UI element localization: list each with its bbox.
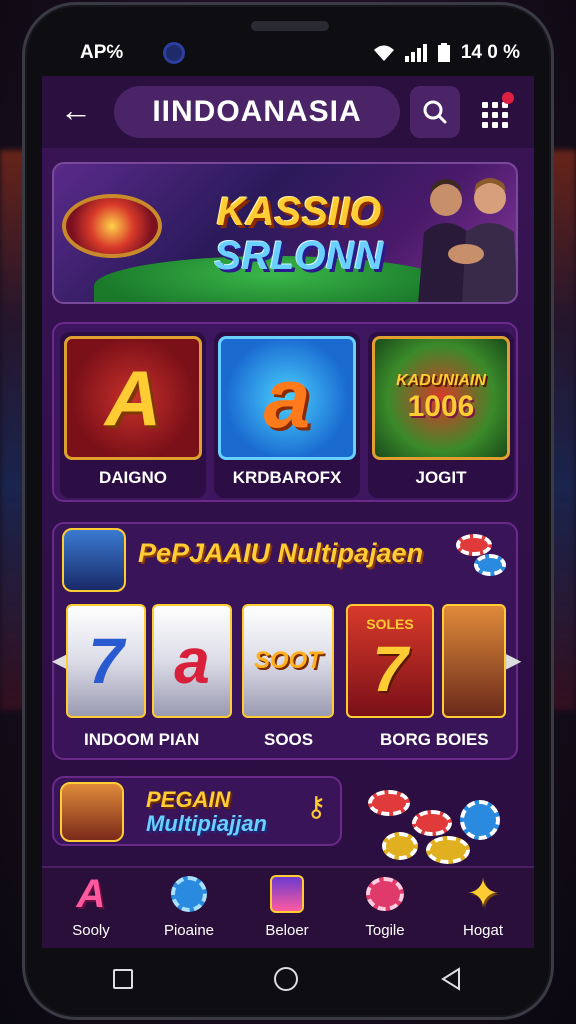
- chevron-right-icon[interactable]: ▶: [506, 648, 521, 673]
- phone-speaker: [251, 21, 329, 31]
- nav-label: Sooly: [72, 922, 110, 939]
- reel-symbol: 7: [88, 625, 124, 697]
- category-tile-jackpot[interactable]: a KRDBAROFX: [214, 332, 360, 498]
- bottom-nav: A Sooly Pioaine Beloer Togile ✦ Hogat: [42, 866, 534, 948]
- slot-header: PePJAAIU Nultipajaen: [138, 538, 424, 568]
- back-triangle-icon[interactable]: [439, 967, 463, 991]
- promo-title: PEGAIN Multipiajjan: [146, 788, 267, 836]
- casino-chip-icon: [460, 800, 500, 840]
- nav-item-sooly[interactable]: A Sooly: [46, 871, 136, 946]
- battery-percent: 14 0 %: [460, 42, 520, 63]
- nav-item-beloer[interactable]: Beloer: [242, 874, 332, 946]
- category-label: DAIGNO: [99, 468, 167, 487]
- notification-badge: [502, 92, 514, 104]
- casino-chip-icon: [412, 810, 452, 836]
- promo-title-line2: Multipiajjan: [146, 811, 267, 836]
- slot-reel-character[interactable]: [442, 604, 506, 718]
- nav-label: Pioaine: [163, 922, 215, 939]
- slot-reel[interactable]: a: [152, 604, 232, 718]
- category-tile-casino[interactable]: A DAIGNO: [60, 332, 206, 498]
- slot-reel[interactable]: SOOT: [242, 604, 334, 718]
- chip-icon: [167, 874, 211, 914]
- category-tile-jogit[interactable]: KADUNIAIN 1006 JOGIT: [368, 332, 514, 498]
- wifi-icon: [373, 45, 394, 61]
- category-label: JOGIT: [415, 468, 467, 487]
- jackpot-art-letter: a: [263, 350, 311, 445]
- jogit-art-line2: 1006: [407, 390, 475, 423]
- casino-chip-icon: [456, 534, 492, 556]
- slot-reel[interactable]: SOLES 7: [346, 604, 434, 718]
- slot-avatar: [62, 528, 126, 592]
- nav-icon-glyph: A: [76, 871, 106, 916]
- casino-chip-icon: [368, 790, 410, 816]
- slot-panel: PePJAAIU Nultipajaen ◀ ▶ 7 a SOOT SOLES …: [52, 522, 521, 760]
- slot-label: BORG BOIES: [380, 730, 489, 749]
- letter-a-icon: A: [69, 871, 113, 916]
- hero-characters-art: [418, 178, 516, 302]
- category-label: KRDBAROFX: [232, 468, 342, 487]
- camera-icon: [163, 42, 186, 64]
- key-icon: ⚷: [306, 791, 327, 822]
- promo-title-line1: PEGAIN: [146, 787, 231, 812]
- hero-banner[interactable]: KASSIIO SRLONN: [52, 162, 518, 304]
- apps-menu-button[interactable]: [474, 90, 518, 134]
- arrow-left-icon: ←: [60, 92, 92, 128]
- hero-title-line2: SRLONN: [214, 234, 384, 278]
- chip-icon: [363, 874, 407, 914]
- app-title: IINDOANASIA: [114, 86, 400, 138]
- category-panel: A DAIGNO a KRDBAROFX KADUNIAIN 1006 JOGI…: [52, 322, 518, 502]
- status-bar: AP℅ 14 0 %: [40, 36, 530, 70]
- casino-art-letter: A: [104, 353, 162, 442]
- roulette-wheel-art: [62, 194, 162, 258]
- casino-chip-icon: [382, 832, 418, 860]
- reel-symbol: 7: [372, 633, 408, 705]
- status-left-text: AP℅: [80, 42, 124, 63]
- hero-title: KASSIIO SRLONN: [194, 190, 404, 278]
- casino-art: A: [64, 336, 202, 460]
- nav-item-hogat[interactable]: ✦ Hogat: [438, 872, 528, 946]
- recents-icon[interactable]: [112, 969, 133, 989]
- hero-title-line1: KASSIIO: [216, 190, 382, 234]
- app-screen: ← IINDOANASIA KASSIIO SRLONN A DAIGNO a …: [42, 76, 534, 948]
- back-button[interactable]: ←: [56, 90, 96, 130]
- search-icon: [423, 100, 447, 124]
- system-nav-bar: [42, 950, 534, 1008]
- nav-label: Hogat: [462, 922, 504, 939]
- casino-chip-icon: [426, 836, 470, 864]
- home-icon[interactable]: [273, 967, 298, 991]
- slot-label: INDOOM PIAN: [84, 730, 200, 749]
- slot-label: SOOS: [264, 730, 314, 749]
- reel-symbol: a: [174, 625, 210, 697]
- battery-icon: [437, 43, 450, 62]
- search-button[interactable]: [410, 86, 460, 138]
- slot-reel[interactable]: 7: [66, 604, 146, 718]
- promo-avatar: [60, 782, 124, 842]
- nav-item-togile[interactable]: Togile: [340, 874, 430, 946]
- signal-icon: [404, 44, 427, 62]
- nav-label: Beloer: [265, 922, 309, 939]
- casino-chip-icon: [474, 554, 506, 576]
- slot-machine-icon: [265, 874, 309, 914]
- reel-symbol: SOOT: [253, 647, 322, 674]
- star-icon: ✦: [466, 872, 500, 916]
- reel-top-text: SOLES: [366, 616, 414, 632]
- jackpot-art: a: [218, 336, 356, 460]
- promo-banner[interactable]: PEGAIN Multipiajjan ⚷: [52, 776, 342, 846]
- nav-item-pioaine[interactable]: Pioaine: [144, 874, 234, 946]
- nav-label: Togile: [365, 922, 405, 939]
- jogit-art: KADUNIAIN 1006: [372, 336, 510, 460]
- app-bar: ← IINDOANASIA: [42, 76, 534, 148]
- jogit-art-line1: KADUNIAIN: [396, 372, 486, 389]
